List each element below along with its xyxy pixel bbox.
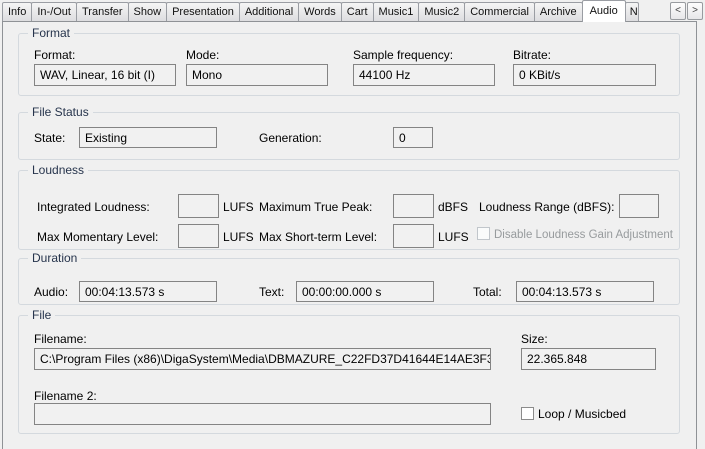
tab-scroll-buttons: < > [670, 2, 703, 20]
file-group: File Filename: C:\Program Files (x86)\Di… [18, 315, 680, 434]
size-label: Size: [521, 332, 548, 346]
mode-label: Mode: [186, 48, 219, 62]
format-label: Format: [34, 48, 75, 62]
duration-audio-label: Audio: [34, 285, 68, 299]
tab-scroll-left-button[interactable]: < [670, 2, 686, 20]
state-field[interactable]: Existing [79, 127, 217, 148]
tab-in-out[interactable]: In-/Out [31, 2, 77, 21]
duration-text-field[interactable]: 00:00:00.000 s [296, 281, 434, 302]
max-momentary-level-field[interactable] [178, 224, 219, 248]
audio-properties-page: Info In-/Out Transfer Show Presentation … [0, 0, 705, 449]
integrated-loudness-label: Integrated Loudness: [37, 200, 150, 214]
disable-loudness-gain-label: Disable Loudness Gain Adjustment [494, 228, 673, 242]
max-true-peak-field[interactable] [393, 194, 434, 218]
duration-text-label: Text: [259, 285, 284, 299]
sample-frequency-field[interactable]: 44100 Hz [353, 64, 495, 86]
file-group-title: File [28, 308, 55, 322]
mode-field[interactable]: Mono [186, 64, 328, 86]
tab-additional[interactable]: Additional [239, 2, 299, 21]
tab-info[interactable]: Info [2, 2, 32, 21]
duration-total-label: Total: [473, 285, 502, 299]
tab-archive[interactable]: Archive [534, 2, 583, 21]
generation-field[interactable]: 0 [393, 127, 433, 148]
max-short-term-level-unit: LUFS [438, 230, 469, 244]
tab-presentation[interactable]: Presentation [166, 2, 240, 21]
tab-commercial[interactable]: Commercial [464, 2, 535, 21]
duration-total-field[interactable]: 00:04:13.573 s [516, 281, 654, 302]
tab-overflow-clipped[interactable]: N [625, 2, 639, 21]
state-label: State: [34, 131, 65, 145]
duration-audio-field[interactable]: 00:04:13.573 s [79, 281, 217, 302]
tab-cart[interactable]: Cart [341, 2, 374, 21]
size-field[interactable]: 22.365.848 [521, 348, 656, 370]
format-group-title: Format [28, 26, 74, 40]
duration-group-title: Duration [28, 251, 81, 265]
bitrate-label: Bitrate: [513, 48, 551, 62]
file-status-group: File Status State: Existing Generation: … [18, 112, 680, 160]
tab-bar: Info In-/Out Transfer Show Presentation … [2, 0, 667, 22]
max-short-term-level-field[interactable] [393, 224, 434, 248]
disable-loudness-gain-checkbox [477, 227, 490, 240]
max-short-term-level-label: Max Short-term Level: [259, 230, 377, 244]
tab-audio[interactable]: Audio [582, 0, 626, 22]
filename-label: Filename: [34, 332, 87, 346]
bitrate-field[interactable]: 0 KBit/s [513, 64, 656, 86]
loudness-range-field[interactable] [619, 194, 659, 218]
loudness-group-title: Loudness [28, 163, 88, 177]
filename2-label: Filename 2: [34, 389, 97, 403]
max-true-peak-label: Maximum True Peak: [259, 200, 372, 214]
loudness-range-label: Loudness Range (dBFS): [479, 200, 614, 214]
format-group: Format Format: Mode: Sample frequency: B… [18, 33, 680, 96]
max-true-peak-unit: dBFS [438, 200, 468, 214]
tab-transfer[interactable]: Transfer [76, 2, 129, 21]
filename-field[interactable]: C:\Program Files (x86)\DigaSystem\Media\… [34, 348, 491, 370]
integrated-loudness-unit: LUFS [223, 200, 254, 214]
sample-frequency-label: Sample frequency: [353, 48, 453, 62]
tab-music2[interactable]: Music2 [418, 2, 465, 21]
filename2-field[interactable] [34, 403, 491, 425]
tab-show[interactable]: Show [128, 2, 168, 21]
format-field[interactable]: WAV, Linear, 16 bit (I) [34, 64, 176, 86]
max-momentary-level-label: Max Momentary Level: [37, 230, 158, 244]
file-status-group-title: File Status [28, 105, 93, 119]
max-momentary-level-unit: LUFS [223, 230, 254, 244]
loop-musicbed-label: Loop / Musicbed [538, 407, 626, 421]
loop-musicbed-checkbox[interactable] [521, 407, 534, 420]
loudness-group: Loudness Integrated Loudness: LUFS Maxim… [18, 170, 680, 250]
generation-label: Generation: [259, 131, 322, 145]
tab-scroll-right-button[interactable]: > [687, 2, 703, 20]
tab-words[interactable]: Words [298, 2, 342, 21]
duration-group: Duration Audio: 00:04:13.573 s Text: 00:… [18, 258, 680, 305]
integrated-loudness-field[interactable] [178, 194, 219, 218]
tab-music1[interactable]: Music1 [373, 2, 420, 21]
